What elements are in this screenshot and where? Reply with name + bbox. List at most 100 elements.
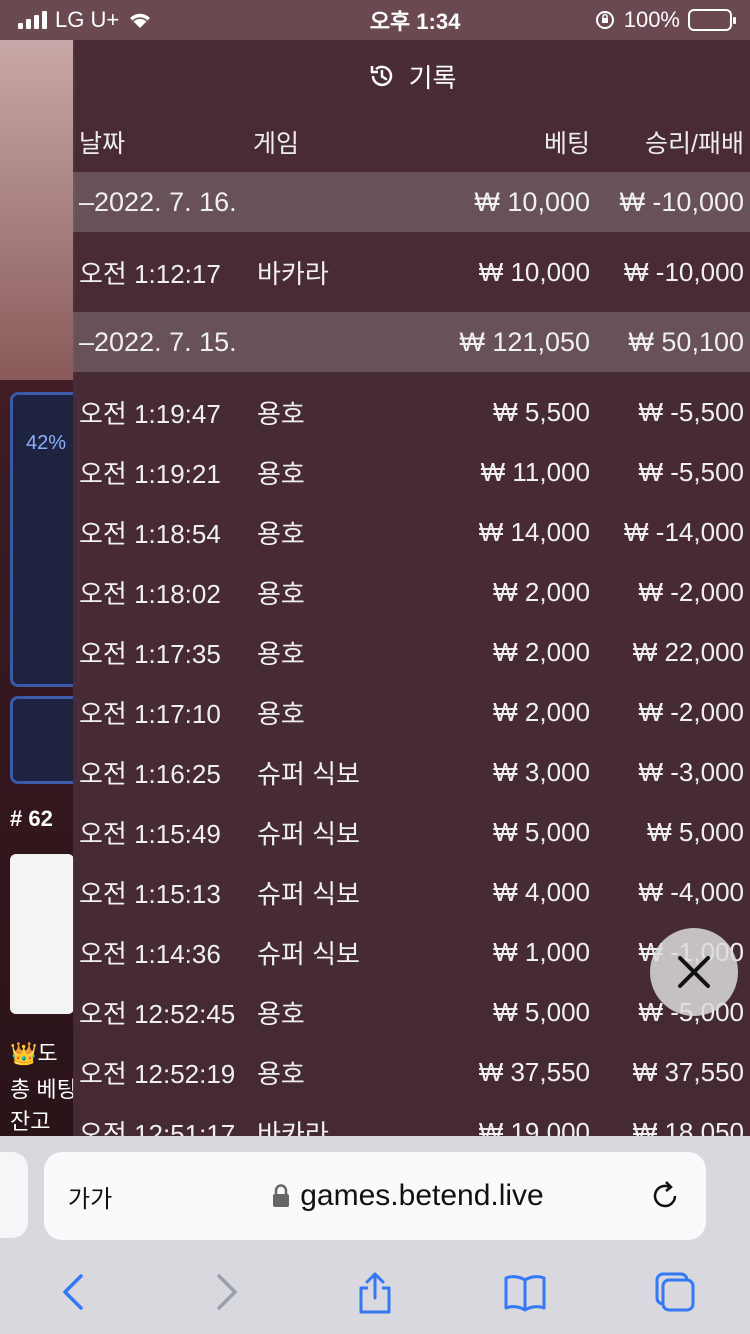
date-group-row[interactable]: –2022. 7. 16. ₩ 10,000 ₩ -10,000	[73, 172, 750, 232]
row-game: 용호	[257, 1058, 305, 1089]
row-game: 슈퍼 식보	[257, 878, 360, 909]
close-icon	[678, 956, 710, 988]
row-time: 오전 12:52:19	[79, 1058, 236, 1089]
panel-title: 기록	[408, 62, 457, 93]
row-result: ₩ -10,000	[624, 256, 744, 287]
row-bet: ₩ 5,000	[493, 816, 590, 847]
header-date: 날짜	[79, 130, 126, 158]
row-bet: ₩ 2,000	[493, 696, 590, 727]
percent-label: 42%	[26, 432, 67, 454]
row-bet: ₩ 3,000	[493, 756, 590, 787]
round-number: # 62	[10, 806, 53, 831]
tabs-icon[interactable]	[653, 1270, 697, 1314]
total-bet-line: 총 베팅	[10, 1077, 77, 1102]
status-bar: LG U+ 오후 1:34 100%	[0, 0, 750, 40]
group-bet-total: ₩ 10,000	[474, 186, 590, 217]
row-result: ₩ -3,000	[638, 756, 745, 787]
bookmarks-icon[interactable]	[503, 1270, 547, 1314]
group-result-total: ₩ 50,100	[628, 326, 744, 357]
close-button[interactable]	[650, 928, 738, 1016]
history-row: 오전 1:12:17 바카라 ₩ 10,000 ₩ -10,000	[73, 242, 750, 302]
battery-icon	[688, 9, 736, 31]
text-size-button[interactable]: 가가	[68, 1179, 168, 1214]
history-row: 오전 1:14:36 슈퍼 식보 ₩ 1,000 ₩ -1,000	[73, 922, 750, 982]
panel-header: 기록	[73, 40, 750, 112]
header-bet: 베팅	[543, 130, 590, 158]
battery-percent: 100%	[623, 7, 680, 32]
reload-icon[interactable]	[648, 1179, 682, 1213]
status-left: LG U+	[18, 7, 298, 33]
status-right: 100%	[532, 7, 736, 33]
row-bet: ₩ 5,000	[493, 996, 590, 1027]
history-row: 오전 12:52:45 용호 ₩ 5,000 ₩ -5,000	[73, 982, 750, 1042]
url-display[interactable]: games.betend.live	[168, 1179, 648, 1213]
row-bet: ₩ 2,000	[493, 636, 590, 667]
group-date: –2022. 7. 15.	[79, 326, 237, 357]
row-bet: ₩ 10,000	[478, 256, 590, 287]
group-date: –2022. 7. 16.	[79, 186, 237, 217]
wifi-icon	[130, 13, 151, 28]
row-time: 오전 1:17:10	[79, 698, 221, 729]
history-row: 오전 1:18:54 용호 ₩ 14,000 ₩ -14,000	[73, 502, 750, 562]
browser-toolbar	[0, 1262, 750, 1322]
history-row: 오전 1:15:49 슈퍼 식보 ₩ 5,000 ₩ 5,000	[73, 802, 750, 862]
row-time: 오전 1:15:49	[79, 818, 221, 849]
row-game: 용호	[257, 638, 305, 669]
user-line: 👑도	[10, 1041, 58, 1066]
row-bet: ₩ 1,000	[493, 936, 590, 967]
row-game: 용호	[257, 458, 305, 489]
status-time: 오후 1:34	[369, 9, 461, 34]
history-row: 오전 12:52:19 용호 ₩ 37,550 ₩ 37,550	[73, 1042, 750, 1102]
row-game: 슈퍼 식보	[257, 818, 360, 849]
row-result: ₩ -5,500	[638, 456, 745, 487]
row-game: 용호	[257, 578, 305, 609]
header-result: 승리/패배	[645, 130, 744, 158]
row-result: ₩ -5,500	[638, 396, 745, 427]
row-bet: ₩ 2,000	[493, 576, 590, 607]
history-row: 오전 1:15:13 슈퍼 식보 ₩ 4,000 ₩ -4,000	[73, 862, 750, 922]
row-game: 용호	[257, 998, 305, 1029]
row-time: 오전 12:52:45	[79, 998, 236, 1029]
row-bet: ₩ 19,000	[478, 1116, 590, 1137]
group-result-total: ₩ -10,000	[619, 186, 744, 217]
carrier-name: LG U+	[55, 7, 120, 32]
rotation-lock-icon	[595, 11, 614, 29]
row-game: 바카라	[257, 1118, 329, 1137]
date-group-row[interactable]: –2022. 7. 15. ₩ 121,050 ₩ 50,100	[73, 312, 750, 372]
header-game: 게임	[253, 130, 300, 158]
history-row: 오전 1:19:47 용호 ₩ 5,500 ₩ -5,500	[73, 382, 750, 442]
previous-tab-edge[interactable]	[0, 1152, 28, 1238]
row-time: 오전 12:51:17	[79, 1118, 236, 1137]
row-result: ₩ 22,000	[632, 636, 744, 667]
address-bar[interactable]: 가가 games.betend.live	[44, 1152, 706, 1240]
row-game: 슈퍼 식보	[257, 938, 360, 969]
back-icon[interactable]	[53, 1270, 97, 1314]
history-row: 오전 1:17:10 용호 ₩ 2,000 ₩ -2,000	[73, 682, 750, 742]
row-result: ₩ -2,000	[638, 576, 745, 607]
row-time: 오전 1:16:25	[79, 758, 221, 789]
row-result: ₩ 5,000	[647, 816, 744, 847]
row-result: ₩ -14,000	[624, 516, 744, 547]
row-game: 용호	[257, 518, 305, 549]
row-time: 오전 1:12:17	[79, 258, 221, 289]
signal-icon	[18, 11, 47, 29]
balance-line: 잔고	[10, 1109, 51, 1134]
row-bet: ₩ 4,000	[493, 876, 590, 907]
url-text: games.betend.live	[300, 1179, 544, 1212]
group-bet-total: ₩ 121,050	[459, 326, 590, 357]
row-time: 오전 1:17:35	[79, 638, 221, 669]
row-result: ₩ 37,550	[632, 1056, 744, 1087]
row-game: 용호	[257, 398, 305, 429]
column-headers: 날짜 게임 베팅 승리/패배	[73, 112, 750, 172]
row-time: 오전 1:19:47	[79, 398, 221, 429]
history-panel: 기록 날짜 게임 베팅 승리/패배 –2022. 7. 16. ₩ 10,000…	[73, 40, 750, 1136]
share-icon[interactable]	[353, 1270, 397, 1314]
row-result: ₩ -4,000	[638, 876, 745, 907]
row-time: 오전 1:15:13	[79, 878, 221, 909]
history-row: 오전 1:17:35 용호 ₩ 2,000 ₩ 22,000	[73, 622, 750, 682]
forward-icon[interactable]	[203, 1270, 247, 1314]
history-row: 오전 12:51:17 바카라 ₩ 19,000 ₩ 18,050	[73, 1102, 750, 1137]
row-bet: ₩ 5,500	[493, 396, 590, 427]
row-result: ₩ 18,050	[632, 1116, 744, 1137]
row-bet: ₩ 14,000	[478, 516, 590, 547]
